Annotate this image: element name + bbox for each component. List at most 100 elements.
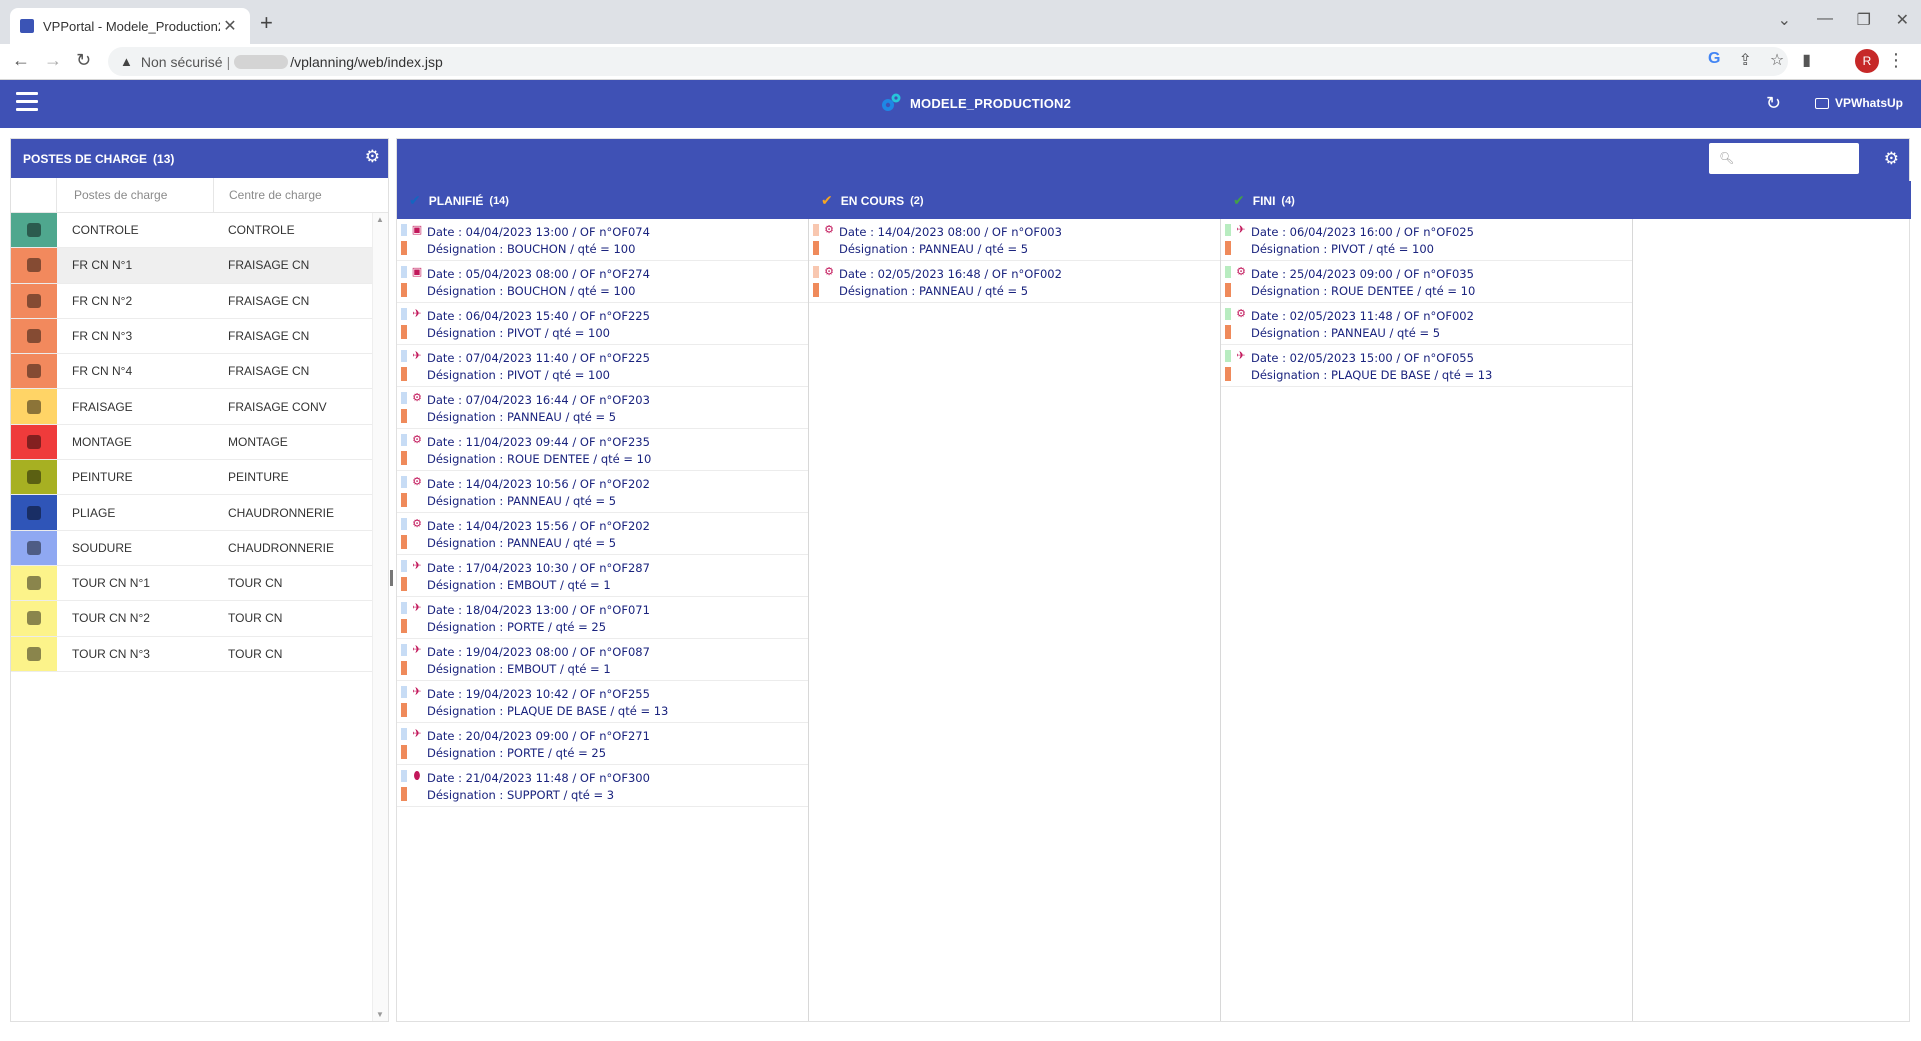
poste-row[interactable]: PLIAGE CHAUDRONNERIE: [11, 495, 373, 531]
board-gear-icon[interactable]: ⚙: [1884, 149, 1899, 169]
poste-color-bar: [1225, 325, 1231, 339]
of-card[interactable]: ⚙ Date : 07/04/2023 16:44 / OF n°OF203 Dés…: [397, 387, 808, 429]
reload-icon[interactable]: ↻: [76, 50, 91, 71]
of-card[interactable]: ✈ Date : 07/04/2023 11:40 / OF n°OF225 Dés…: [397, 345, 808, 387]
poste-row[interactable]: PEINTURE PEINTURE: [11, 460, 373, 496]
poste-name: PEINTURE: [72, 470, 133, 485]
of-card[interactable]: ⚙ Date : 14/04/2023 10:56 / OF n°OF202 Dés…: [397, 471, 808, 513]
poste-row[interactable]: SOUDURE CHAUDRONNERIE: [11, 530, 373, 566]
of-card[interactable]: ✈ Date : 02/05/2023 15:00 / OF n°OF055 Dés…: [1221, 345, 1632, 387]
poste-color-swatch: [11, 318, 57, 354]
side-panel-icon[interactable]: ▮: [1802, 50, 1811, 70]
of-card[interactable]: ⚙ Date : 14/04/2023 08:00 / OF n°OF003 Dés…: [809, 219, 1220, 261]
poste-row[interactable]: TOUR CN N°1 TOUR CN: [11, 565, 373, 602]
profile-avatar[interactable]: R: [1855, 49, 1879, 73]
of-card[interactable]: ✈ Date : 17/04/2023 10:30 / OF n°OF287 Dés…: [397, 555, 808, 597]
poste-row[interactable]: FRAISAGE FRAISAGE CONV: [11, 389, 373, 425]
status-bar: [813, 224, 819, 236]
poste-color-swatch: [11, 565, 57, 601]
of-card[interactable]: ⚙ Date : 02/05/2023 16:48 / OF n°OF002 Dés…: [809, 261, 1220, 303]
back-icon[interactable]: ←: [12, 50, 30, 71]
new-tab-button[interactable]: +: [260, 10, 273, 36]
of-card[interactable]: ✈ Date : 20/04/2023 09:00 / OF n°OF271 Dés…: [397, 723, 808, 765]
of-card[interactable]: ✈ Date : 06/04/2023 16:00 / OF n°OF025 Dés…: [1221, 219, 1632, 261]
address-bar[interactable]: ▲ Non sécurisé | /vplanning/web/index.js…: [108, 47, 1788, 76]
column-header-2: ✔ FINI (4): [1233, 192, 1295, 209]
refresh-icon[interactable]: ↻: [1766, 93, 1781, 114]
tab-search-icon[interactable]: ⌄: [1778, 10, 1791, 30]
of-card[interactable]: ✈ Date : 19/04/2023 10:42 / OF n°OF255 Dés…: [397, 681, 808, 723]
poste-color-bar: [1225, 283, 1231, 297]
tab-close-button[interactable]: ✕: [220, 16, 240, 36]
of-card[interactable]: ⚙ Date : 02/05/2023 11:48 / OF n°OF002 Dés…: [1221, 303, 1632, 345]
of-card[interactable]: ⚙ Date : 25/04/2023 09:00 / OF n°OF035 Dés…: [1221, 261, 1632, 303]
favicon-icon: [20, 19, 34, 33]
poste-row[interactable]: CONTROLE CONTROLE: [11, 213, 373, 249]
google-icon[interactable]: G: [1708, 50, 1720, 70]
of-card[interactable]: ✈ Date : 06/04/2023 15:40 / OF n°OF225 Dés…: [397, 303, 808, 345]
of-card[interactable]: ⬮ Date : 21/04/2023 11:48 / OF n°OF300 Dés…: [397, 765, 808, 807]
of-card[interactable]: ✈ Date : 18/04/2023 13:00 / OF n°OF071 Dés…: [397, 597, 808, 639]
poste-color-bar: [401, 241, 407, 255]
poste-row[interactable]: TOUR CN N°3 TOUR CN: [11, 636, 373, 672]
check-icon: ✔: [1233, 192, 1245, 208]
poste-name: MONTAGE: [72, 434, 132, 449]
column-title: EN COURS: [840, 193, 905, 208]
close-window-button[interactable]: ✕: [1896, 10, 1909, 30]
browser-menu-icon[interactable]: ⋮: [1887, 50, 1905, 71]
centre-name: TOUR CN: [228, 576, 283, 591]
bookmark-star-icon[interactable]: ☆: [1770, 50, 1784, 70]
centre-name: CHAUDRONNERIE: [228, 505, 335, 520]
poste-row[interactable]: FR CN N°4 FRAISAGE CN: [11, 354, 373, 390]
product-icon: ✈: [412, 727, 422, 740]
card-date-line: Date : 02/05/2023 16:48 / OF n°OF002: [839, 267, 1062, 281]
column-header-centre[interactable]: Centre de charge: [214, 178, 371, 212]
poste-color-swatch: [11, 495, 57, 530]
poste-row[interactable]: TOUR CN N°2 TOUR CN: [11, 601, 373, 637]
minimize-button[interactable]: —: [1817, 10, 1833, 28]
card-designation-line: Désignation : EMBOUT / qté = 1: [427, 662, 611, 676]
card-designation-line: Désignation : PLAQUE DE BASE / qté = 13: [1251, 368, 1493, 382]
card-date-line: Date : 18/04/2023 13:00 / OF n°OF071: [427, 603, 650, 617]
of-card[interactable]: ⚙ Date : 14/04/2023 15:56 / OF n°OF202 Dés…: [397, 513, 808, 555]
product-icon: ✈: [412, 307, 422, 320]
poste-row[interactable]: MONTAGE MONTAGE: [11, 424, 373, 461]
product-icon: ⚙: [412, 391, 422, 404]
scroll-down-icon[interactable]: ▼: [376, 1010, 384, 1019]
of-card[interactable]: ▣ Date : 05/04/2023 08:00 / OF n°OF274 Dés…: [397, 261, 808, 303]
poste-name: FR CN N°4: [72, 364, 133, 379]
product-icon: ⚙: [1236, 307, 1246, 320]
poste-machine-icon: [27, 576, 41, 591]
poste-color-swatch: [11, 389, 57, 424]
of-card[interactable]: ⚙ Date : 11/04/2023 09:44 / OF n°OF235 Dés…: [397, 429, 808, 471]
gear-icon[interactable]: ⚙: [365, 147, 380, 167]
restore-button[interactable]: ❐: [1857, 10, 1871, 30]
poste-machine-icon: [27, 434, 41, 449]
poste-machine-icon: [27, 470, 41, 485]
panel-splitter[interactable]: [390, 570, 393, 586]
vpwhatsup-button[interactable]: VPWhatsUp: [1814, 96, 1903, 110]
product-icon: ▣: [411, 223, 423, 236]
status-bar: [401, 686, 407, 698]
card-date-line: Date : 14/04/2023 10:56 / OF n°OF202: [427, 477, 650, 491]
status-bar: [1225, 308, 1231, 320]
poste-color-bar: [401, 535, 407, 549]
poste-row[interactable]: FR CN N°3 FRAISAGE CN: [11, 318, 373, 355]
poste-name: PLIAGE: [72, 505, 116, 520]
poste-row[interactable]: FR CN N°1 FRAISAGE CN: [11, 248, 373, 284]
card-designation-line: Désignation : PORTE / qté = 25: [427, 746, 607, 760]
search-input[interactable]: 🔍︎: [1709, 143, 1859, 174]
browser-tab[interactable]: VPPortal - Modele_Production2 ✕: [10, 8, 250, 44]
of-card[interactable]: ✈ Date : 19/04/2023 08:00 / OF n°OF087 Dés…: [397, 639, 808, 681]
share-icon[interactable]: ⇪: [1738, 50, 1751, 70]
poste-color-bar: [813, 283, 819, 297]
of-card[interactable]: ▣ Date : 04/04/2023 13:00 / OF n°OF074 Dés…: [397, 219, 808, 261]
hamburger-menu-icon[interactable]: [16, 92, 38, 112]
card-date-line: Date : 04/04/2023 13:00 / OF n°OF074: [427, 225, 650, 239]
scroll-up-icon[interactable]: ▲: [376, 215, 384, 224]
poste-row[interactable]: FR CN N°2 FRAISAGE CN: [11, 283, 373, 319]
centre-name: FRAISAGE CN: [228, 258, 310, 273]
forward-icon[interactable]: →: [44, 50, 62, 71]
column-header-postes[interactable]: Postes de charge: [57, 178, 214, 212]
postes-scrollbar[interactable]: ▲ ▼: [372, 213, 388, 1021]
